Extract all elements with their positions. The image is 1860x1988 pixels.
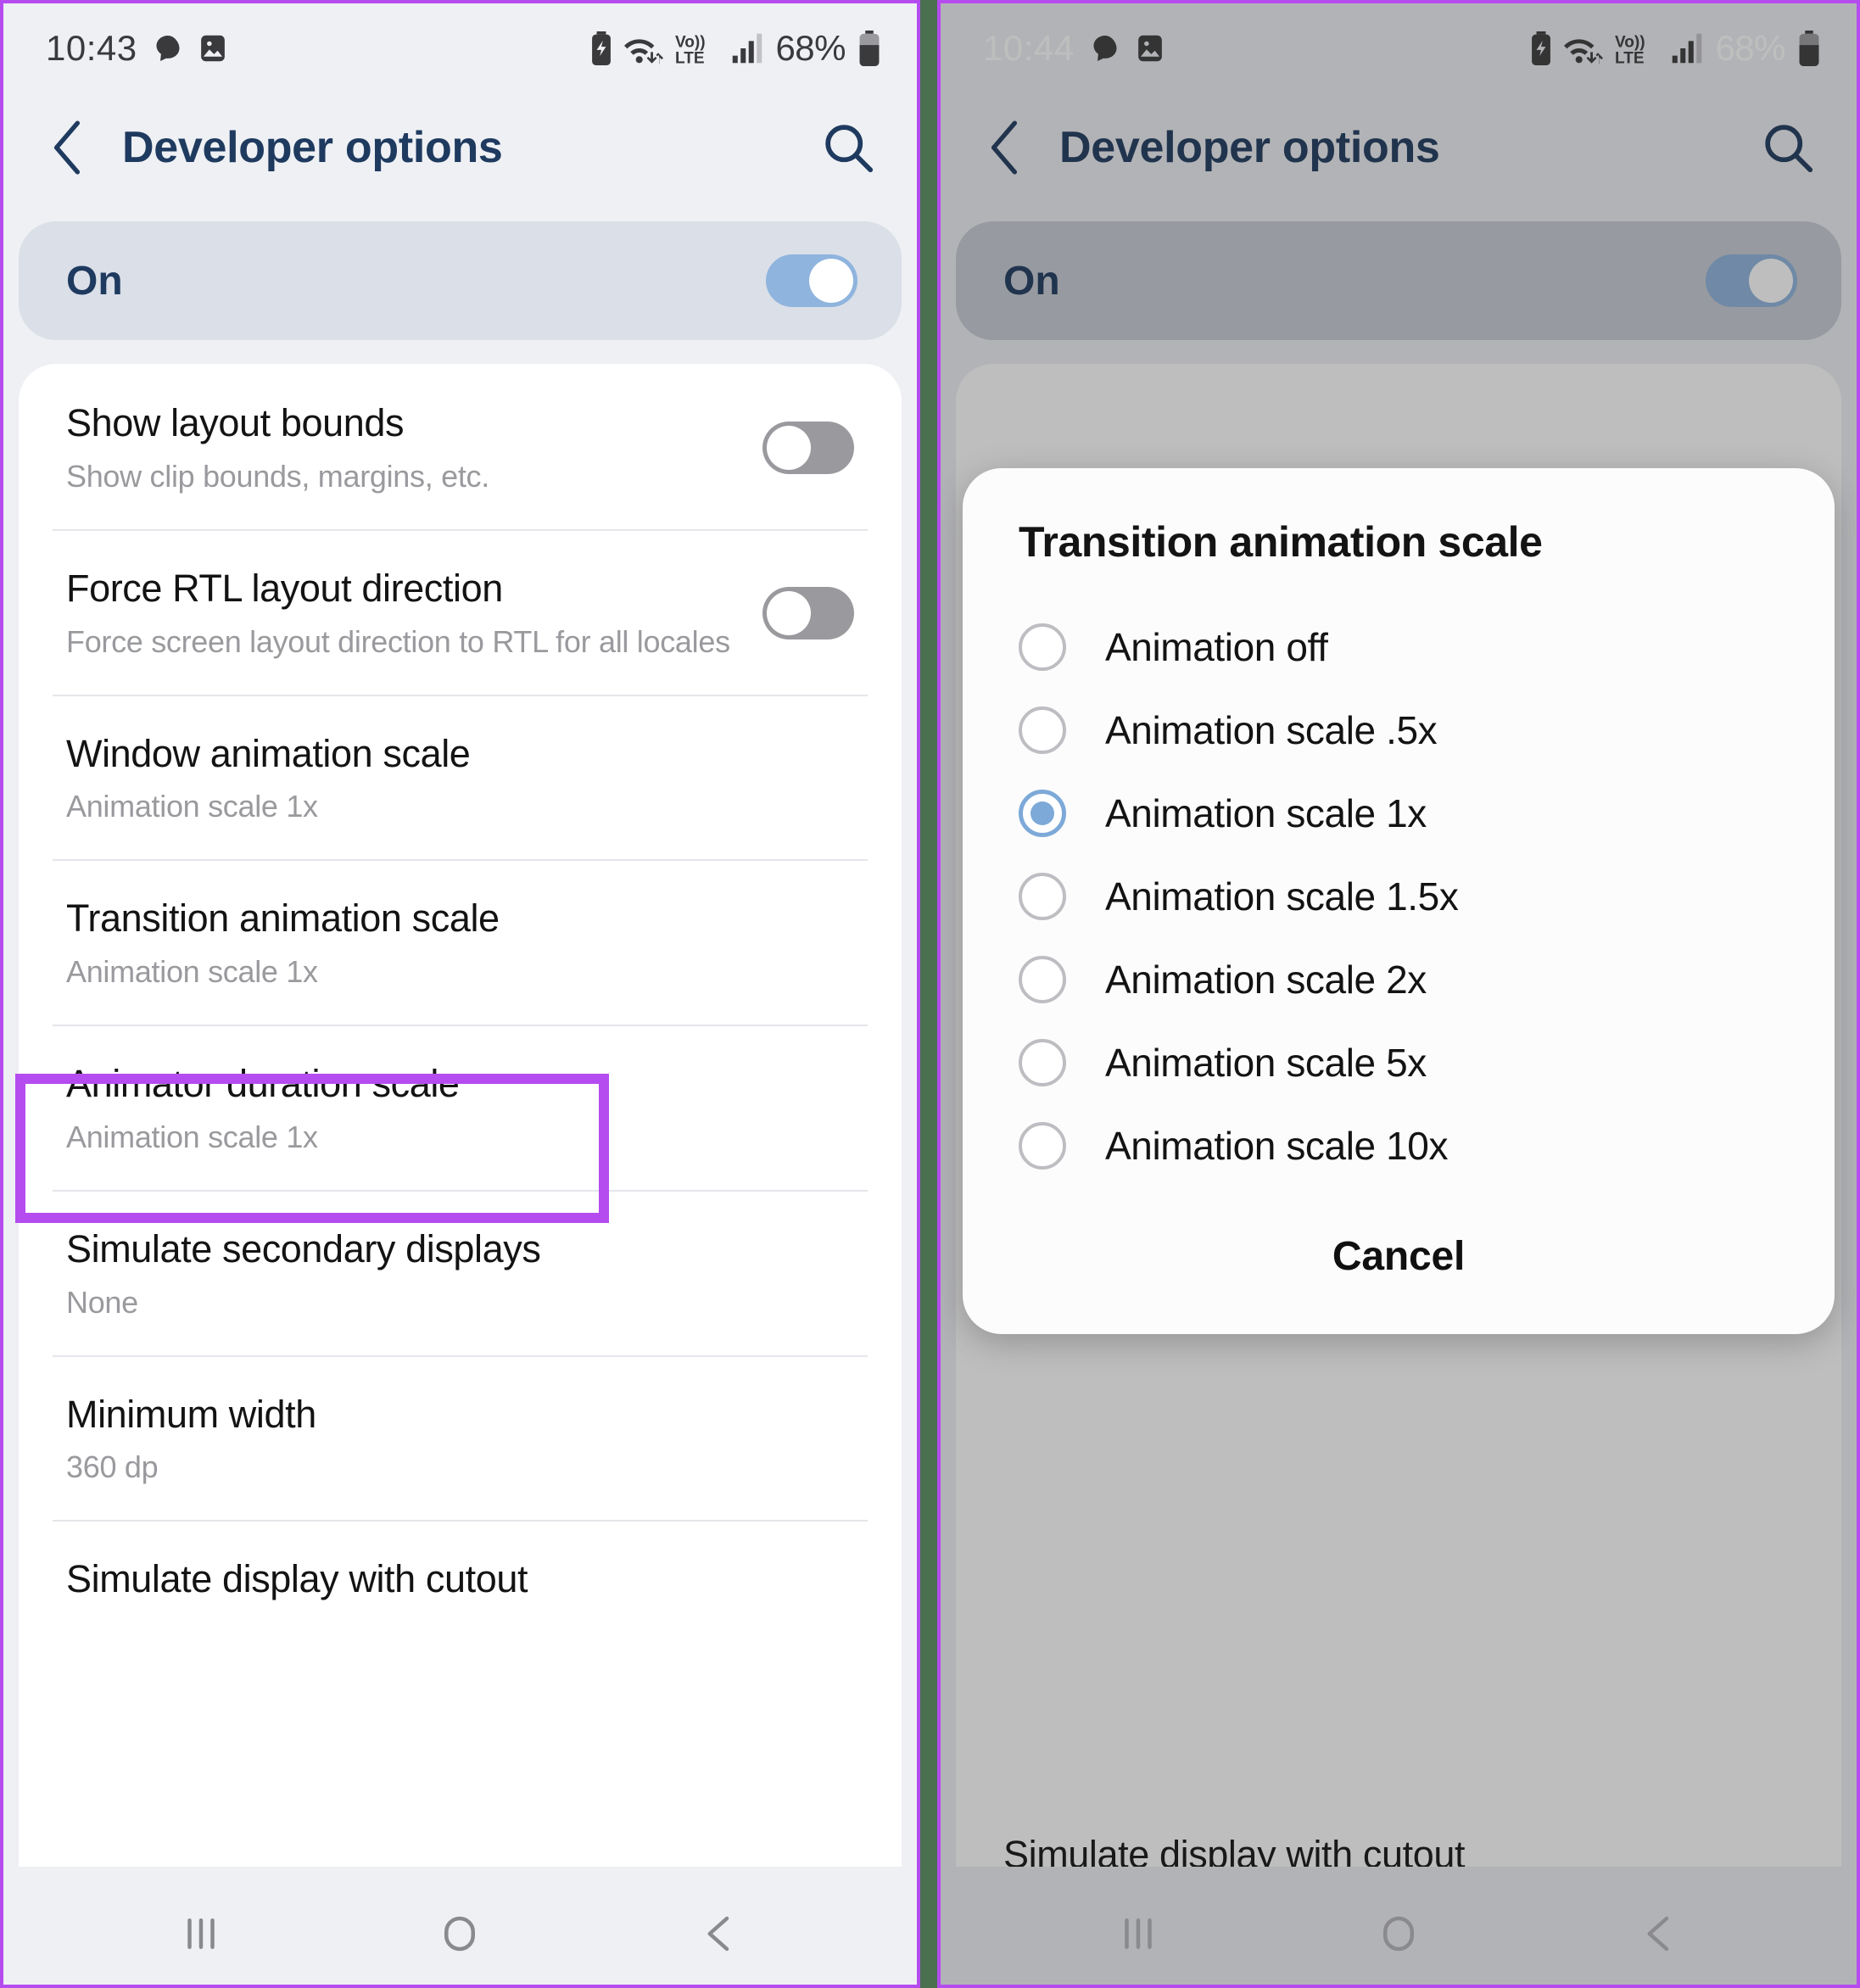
dialog-title: Transition animation scale: [1019, 518, 1543, 566]
status-bar-right: Vo)) LTE 68%: [590, 28, 881, 69]
radio-label: Animation scale 2x: [1105, 958, 1427, 1002]
radio-label: Animation scale 5x: [1105, 1041, 1427, 1085]
setting-row-simulate-display-with-cutout[interactable]: Simulate display with cutout: [19, 1520, 902, 1600]
radio-option-scale-5x[interactable]: Animation scale 5x: [963, 1021, 1835, 1104]
volte-icon: Vo))LTE: [675, 33, 706, 66]
phone-screen-right: 10:44 Vo)) LTE 68% Developer options On S…: [937, 0, 1860, 1988]
radio-option-scale-10x[interactable]: Animation scale 10x: [963, 1104, 1835, 1187]
radio-button[interactable]: [1019, 1122, 1066, 1170]
status-bar-left: 10:43: [46, 28, 227, 69]
cancel-button[interactable]: Cancel: [963, 1220, 1835, 1300]
toggle-knob: [767, 591, 811, 636]
chat-bubble-icon: [156, 35, 180, 61]
setting-subtitle: Animation scale 1x: [66, 1119, 318, 1154]
setting-subtitle: Force screen layout direction to RTL for…: [66, 623, 730, 659]
battery-icon: [859, 30, 880, 66]
svg-text:Vo)): Vo)): [675, 33, 706, 51]
settings-list: Show layout bounds Show clip bounds, mar…: [19, 364, 902, 1867]
status-time: 10:43: [46, 27, 137, 68]
search-icon[interactable]: [818, 118, 878, 177]
radio-button[interactable]: [1019, 790, 1066, 837]
setting-subtitle: None: [66, 1284, 138, 1320]
setting-title: Minimum width: [66, 1392, 316, 1436]
setting-subtitle: Animation scale 1x: [66, 789, 318, 824]
radio-label: Animation off: [1105, 625, 1328, 669]
home-icon[interactable]: [1376, 1911, 1422, 1961]
radio-button[interactable]: [1019, 1039, 1066, 1086]
developer-options-master-row[interactable]: On: [19, 221, 902, 340]
radio-option-scale-0-5x[interactable]: Animation scale .5x: [963, 689, 1835, 772]
setting-row-simulate-secondary-displays[interactable]: Simulate secondary displays None: [19, 1189, 902, 1355]
back-icon[interactable]: [1636, 1911, 1682, 1961]
recents-icon[interactable]: [1115, 1911, 1161, 1961]
phone-screen-left: 10:43 Vo))LTE 68% Developer options On: [0, 0, 920, 1988]
radio-label: Animation scale 10x: [1105, 1124, 1449, 1168]
setting-row-transition-animation-scale[interactable]: Transition animation scale Animation sca…: [19, 859, 902, 1025]
home-icon[interactable]: [437, 1911, 483, 1961]
radio-button[interactable]: [1019, 956, 1066, 1003]
navigation-bar: [3, 1887, 917, 1985]
setting-row-window-animation-scale[interactable]: Window animation scale Animation scale 1…: [19, 694, 902, 860]
transition-animation-scale-dialog: Transition animation scale Animation off…: [963, 468, 1835, 1334]
setting-title: Show layout bounds: [66, 401, 405, 444]
force-rtl-toggle[interactable]: [762, 587, 854, 640]
battery-percent: 68%: [775, 27, 846, 68]
setting-title: Force RTL layout direction: [66, 566, 503, 610]
toggle-knob: [809, 259, 853, 303]
wifi-icon: [624, 38, 664, 64]
setting-title: Simulate secondary displays: [66, 1226, 541, 1270]
setting-title: Simulate display with cutout: [66, 1557, 528, 1601]
setting-title: Transition animation scale: [66, 896, 500, 941]
radio-option-scale-2x[interactable]: Animation scale 2x: [963, 938, 1835, 1021]
toggle-knob: [767, 426, 811, 471]
setting-title: Animator duration scale: [66, 1062, 460, 1105]
app-bar: Developer options: [3, 92, 917, 203]
radio-option-animation-off[interactable]: Animation off: [963, 606, 1835, 689]
radio-group: Animation off Animation scale .5x Animat…: [963, 606, 1835, 1187]
navigation-bar: [941, 1887, 1857, 1985]
radio-label: Animation scale 1.5x: [1105, 874, 1459, 919]
radio-option-scale-1-5x[interactable]: Animation scale 1.5x: [963, 855, 1835, 938]
setting-row-show-layout-bounds[interactable]: Show layout bounds Show clip bounds, mar…: [19, 364, 902, 529]
master-toggle[interactable]: [766, 254, 857, 307]
setting-title: Window animation scale: [66, 731, 471, 775]
setting-row-animator-duration-scale[interactable]: Animator duration scale Animation scale …: [19, 1025, 902, 1190]
status-bar: 10:43 Vo)) LTE 68%: [3, 3, 917, 92]
show-layout-bounds-toggle[interactable]: [762, 422, 854, 475]
radio-option-scale-1x[interactable]: Animation scale 1x: [963, 772, 1835, 855]
battery-saver-icon: [592, 31, 612, 65]
signal-bars-icon: [733, 33, 762, 63]
radio-button[interactable]: [1019, 706, 1066, 754]
setting-row-force-rtl[interactable]: Force RTL layout direction Force screen …: [19, 528, 902, 695]
radio-label: Animation scale 1x: [1105, 791, 1427, 835]
page-title: Developer options: [122, 123, 503, 172]
setting-subtitle: 360 dp: [66, 1449, 159, 1485]
image-icon: [200, 35, 225, 61]
master-switch-label: On: [66, 258, 123, 304]
radio-label: Animation scale .5x: [1105, 708, 1438, 752]
back-icon[interactable]: [696, 1911, 742, 1961]
setting-row-minimum-width[interactable]: Minimum width 360 dp: [19, 1354, 902, 1521]
radio-button[interactable]: [1019, 873, 1066, 920]
radio-button[interactable]: [1019, 623, 1066, 671]
setting-subtitle: Show clip bounds, margins, etc.: [66, 458, 489, 494]
recents-icon[interactable]: [178, 1911, 224, 1961]
back-arrow-icon[interactable]: [37, 118, 97, 177]
setting-subtitle: Animation scale 1x: [66, 954, 318, 989]
svg-text:LTE: LTE: [675, 49, 705, 66]
